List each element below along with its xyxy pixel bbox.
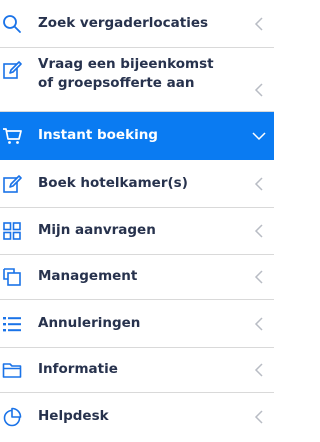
menu-item-label: Instant boeking	[38, 127, 158, 143]
menu-item-boek-hotelkamers[interactable]: Boek hotelkamer(s)	[0, 160, 274, 208]
menu-item-management[interactable]: Management	[0, 255, 274, 300]
menu-item-mijn-aanvragen[interactable]: Mijn aanvragen	[0, 208, 274, 255]
menu-item-label: Boek hotelkamer(s)	[38, 175, 188, 191]
side-menu: Zoek vergaderlocaties Vraag een bijeenko…	[0, 0, 274, 441]
chevron-left-icon	[254, 316, 264, 331]
chevron-left-icon	[254, 16, 264, 31]
chevron-left-icon	[254, 363, 264, 377]
menu-item-label: Vraag een bijeenkomst of groepsofferte a…	[38, 56, 214, 91]
grid-icon	[2, 221, 22, 241]
menu-item-label: Zoek vergaderlocaties	[38, 15, 209, 31]
menu-item-annuleringen[interactable]: Annuleringen	[0, 300, 274, 348]
menu-item-vraag-bijeenkomst[interactable]: Vraag een bijeenkomst of groepsofferte a…	[0, 48, 274, 112]
menu-item-label: Helpdesk	[38, 408, 109, 424]
chevron-left-icon	[254, 83, 264, 97]
menu-item-label: Annuleringen	[38, 315, 141, 331]
menu-item-instant-boeking[interactable]: Instant boeking	[0, 112, 274, 160]
list-icon	[2, 314, 22, 334]
edit-icon	[2, 174, 22, 194]
chevron-left-icon	[254, 270, 264, 284]
menu-item-informatie[interactable]: Informatie	[0, 348, 274, 393]
chevron-left-icon	[254, 224, 264, 238]
menu-item-helpdesk[interactable]: Helpdesk	[0, 393, 274, 441]
chevron-down-icon	[252, 131, 266, 141]
folder-icon	[2, 360, 22, 380]
menu-item-label: Mijn aanvragen	[38, 222, 156, 238]
cart-icon	[2, 126, 22, 146]
edit-icon	[2, 60, 22, 80]
copy-icon	[2, 267, 22, 287]
chevron-left-icon	[254, 410, 264, 424]
chevron-left-icon	[254, 176, 264, 191]
menu-item-label: Informatie	[38, 361, 118, 377]
pie-chart-icon	[2, 407, 22, 427]
search-icon	[2, 14, 22, 34]
menu-item-label: Management	[38, 268, 138, 284]
menu-item-zoek-vergaderlocaties[interactable]: Zoek vergaderlocaties	[0, 0, 274, 48]
